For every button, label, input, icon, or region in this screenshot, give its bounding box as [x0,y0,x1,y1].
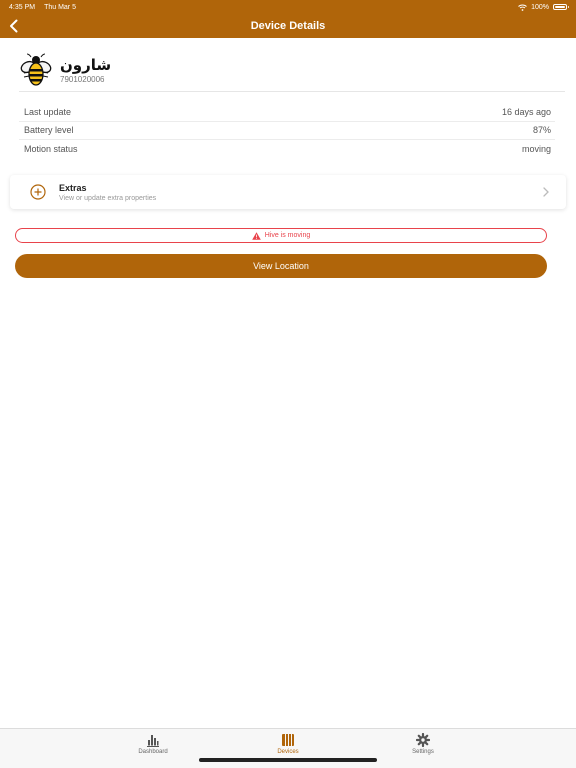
extras-card[interactable]: Extras View or update extra properties [10,175,566,209]
info-row-last-update: Last update 16 days ago [19,103,555,122]
info-label: Motion status [24,144,78,155]
bar-chart-icon [147,735,159,747]
gear-icon [416,733,430,747]
extras-text: Extras View or update extra properties [59,183,156,202]
info-list: Last update 16 days ago Battery level 87… [19,103,555,159]
tab-label: Devices [277,749,299,755]
device-header: شارون 7901020006 [19,50,565,92]
nav-bar: Device Details [0,14,576,38]
wifi-icon [518,4,527,11]
view-location-button[interactable]: View Location [15,254,547,278]
tab-label: Dashboard [138,749,168,755]
status-right: 100% [518,3,569,11]
tab-devices[interactable]: Devices [258,733,318,755]
extras-title: Extras [59,182,87,193]
plus-circle-icon [30,184,46,200]
info-row-motion-status: Motion status moving [19,140,555,159]
tab-bar: Dashboard Devices Settings [0,728,576,768]
chevron-left-icon [10,19,18,33]
device-text: شارون 7901020006 [60,57,111,84]
warning-icon [251,231,261,240]
battery-percent: 100% [531,3,549,11]
status-date: Thu Mar 5 [44,3,76,11]
device-name: شارون [60,56,112,74]
chevron-right-icon [543,187,549,197]
status-bar: 4:35 PM Thu Mar 5 100% [0,0,576,14]
info-value: moving [521,144,551,155]
info-value: 87% [532,125,551,136]
info-label: Last update [24,106,72,117]
info-value: 16 days ago [501,106,551,117]
tab-dashboard[interactable]: Dashboard [123,733,183,755]
tab-label: Settings [412,749,434,755]
alert-text: Hive is moving [264,232,311,239]
extras-subtitle: View or update extra properties [59,194,157,202]
page-title: Device Details [250,20,326,32]
motion-alert: Hive is moving [15,228,547,243]
info-label: Battery level [24,125,74,136]
bee-icon [20,53,52,86]
home-indicator [199,758,377,762]
info-row-battery-level: Battery level 87% [19,122,555,140]
battery-icon [553,4,569,10]
status-time: 4:35 PM [9,3,36,11]
hives-icon [282,734,294,746]
back-button[interactable] [4,16,24,36]
tab-settings[interactable]: Settings [393,733,453,755]
device-id: 7901020006 [60,75,105,84]
